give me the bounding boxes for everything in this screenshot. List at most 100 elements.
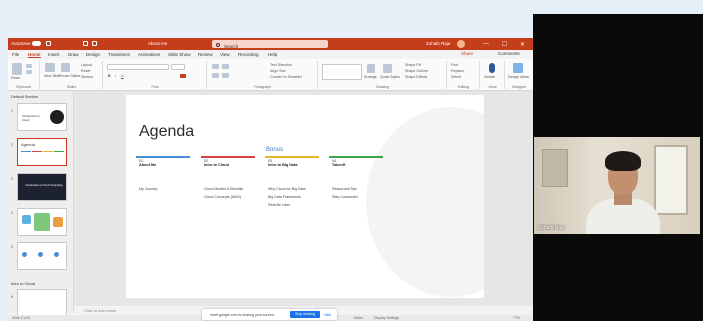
zoom-level[interactable]: 77% [513,316,520,320]
slide-thumbnail-5[interactable] [17,242,67,270]
slide-thumbnail-6[interactable] [17,289,67,317]
slide-counter: Slide 2 of 6 [12,316,30,320]
tab-review[interactable]: Review [198,52,213,57]
share-button[interactable]: Share [461,51,473,56]
thumb-graphic [22,215,31,224]
save-icon[interactable] [46,41,51,46]
thumb-number: 5 [11,245,13,249]
section-intro-to-cloud[interactable]: Intro to Cloud [11,281,35,286]
comments-button[interactable]: Comments [498,51,520,56]
tab-transitions[interactable]: Transitions [108,52,130,57]
align-left-icon[interactable] [212,73,219,78]
arrange-icon[interactable] [367,64,375,73]
autosave-label: AutoSave [11,41,31,46]
section-default[interactable]: Default Section [11,94,38,99]
layout-button[interactable]: Layout [81,63,92,67]
shapes-gallery[interactable] [322,64,362,80]
replace-button[interactable]: Replace [451,69,464,73]
tab-file[interactable]: File [12,52,19,57]
tab-draw[interactable]: Draw [68,52,79,57]
ribbon-group-editing: Find Replace Select Editing [448,61,480,89]
tab-home[interactable]: Home [28,52,41,58]
current-slide[interactable]: Agenda Bonus 01 About Me My Journey 02 I… [126,95,484,298]
numbering-icon[interactable] [222,64,229,69]
notes-toggle[interactable]: Notes [354,316,363,320]
font-size-select[interactable] [171,64,185,70]
dictate-label[interactable]: Dictate [484,75,495,79]
quick-styles-label[interactable]: Quick Styles [380,75,400,79]
font-name-select[interactable] [107,64,169,70]
new-slide-label[interactable]: New Slide [44,74,60,78]
reuse-slides-icon[interactable] [61,63,70,72]
minimize-icon[interactable]: — [483,41,489,47]
tab-slide-show[interactable]: Slide Show [168,52,191,57]
thumb-bar [21,151,31,152]
cloud-icon [50,110,64,124]
hide-button[interactable]: Hide [324,313,331,317]
search-input[interactable]: Search [212,40,328,49]
column-bar-4 [329,156,383,158]
italic-icon[interactable]: I [115,74,116,78]
cut-icon[interactable] [26,64,32,68]
ribbon-group-voice: Dictate Voice [481,61,505,89]
shape-effects-button[interactable]: Shape Effects [405,75,427,79]
slide-thumbnail-2[interactable]: Agenda [17,138,67,166]
copy-icon[interactable] [26,70,32,74]
title-bar: AutoSave About me Search Zohaib Raja — ☐… [8,38,533,50]
reset-button[interactable]: Reset [81,69,90,73]
slide-editor: Agenda Bonus 01 About Me My Journey 02 I… [74,91,533,306]
paste-icon[interactable] [12,63,22,75]
align-center-icon[interactable] [222,73,229,78]
thumb-number: 1 [11,109,13,113]
align-text-button[interactable]: Align Text [270,69,286,73]
maximize-icon[interactable]: ☐ [502,41,507,48]
arrange-label[interactable]: Arrange [364,75,377,79]
reuse-slides-label[interactable]: Reuse Slides [59,74,80,78]
paste-label[interactable]: Paste [11,76,20,80]
group-label-voice: Voice [488,85,497,89]
document-title[interactable]: About me [148,41,167,46]
display-settings-button[interactable]: Display Settings [374,316,399,320]
bullets-icon[interactable] [212,64,219,69]
avatar[interactable] [457,40,465,48]
bonus-label[interactable]: Bonus [266,147,283,153]
smartart-button[interactable]: Convert to SmartArt [270,75,302,79]
tab-design[interactable]: Design [86,52,100,57]
close-icon[interactable]: ✕ [520,41,525,48]
agenda-item: Big Data Framework [268,195,301,199]
slide-thumbnail-1[interactable]: Introduction to Cloud [17,103,67,131]
bold-icon[interactable]: B [108,74,111,78]
tab-view[interactable]: View [220,52,230,57]
video-person-hair [605,151,641,171]
select-button[interactable]: Select [451,75,461,79]
text-direction-button[interactable]: Text Direction [270,63,292,67]
slide-thumbnail-3[interactable]: Introduction to Cloud Computing [17,173,67,201]
shape-outline-button[interactable]: Shape Outline [405,69,428,73]
tab-animations[interactable]: Animations [138,52,160,57]
autosave-toggle[interactable] [32,41,41,46]
group-label-paragraph: Paragraph [254,85,271,89]
shape-fill-button[interactable]: Shape Fill [405,63,421,67]
microphone-icon[interactable] [489,63,495,73]
tab-insert[interactable]: Insert [48,52,59,57]
tab-recording[interactable]: Recording [238,52,259,57]
design-ideas-icon[interactable] [513,63,523,73]
ribbon: Paste Clipboard New Slide Reuse Slides L… [8,59,533,91]
find-button[interactable]: Find [451,63,458,67]
quick-styles-icon[interactable] [383,64,392,73]
undo-icon[interactable] [83,41,88,46]
stop-sharing-button[interactable]: Stop sharing [290,311,320,318]
page-title[interactable]: Agenda [139,123,194,141]
new-slide-icon[interactable] [45,63,55,72]
search-icon [216,43,220,47]
tab-help[interactable]: Help [268,52,277,57]
video-picture-frame [542,149,568,187]
design-ideas-label[interactable]: Design Ideas [508,75,529,79]
participant-video[interactable]: Zohaib Raja [534,137,700,234]
user-name[interactable]: Zohaib Raja [426,41,450,46]
underline-icon[interactable]: U [121,74,124,78]
redo-icon[interactable] [92,41,97,46]
section-button[interactable]: Section [81,75,93,79]
slide-thumbnail-4[interactable] [17,208,67,236]
font-color-icon[interactable] [180,74,186,78]
